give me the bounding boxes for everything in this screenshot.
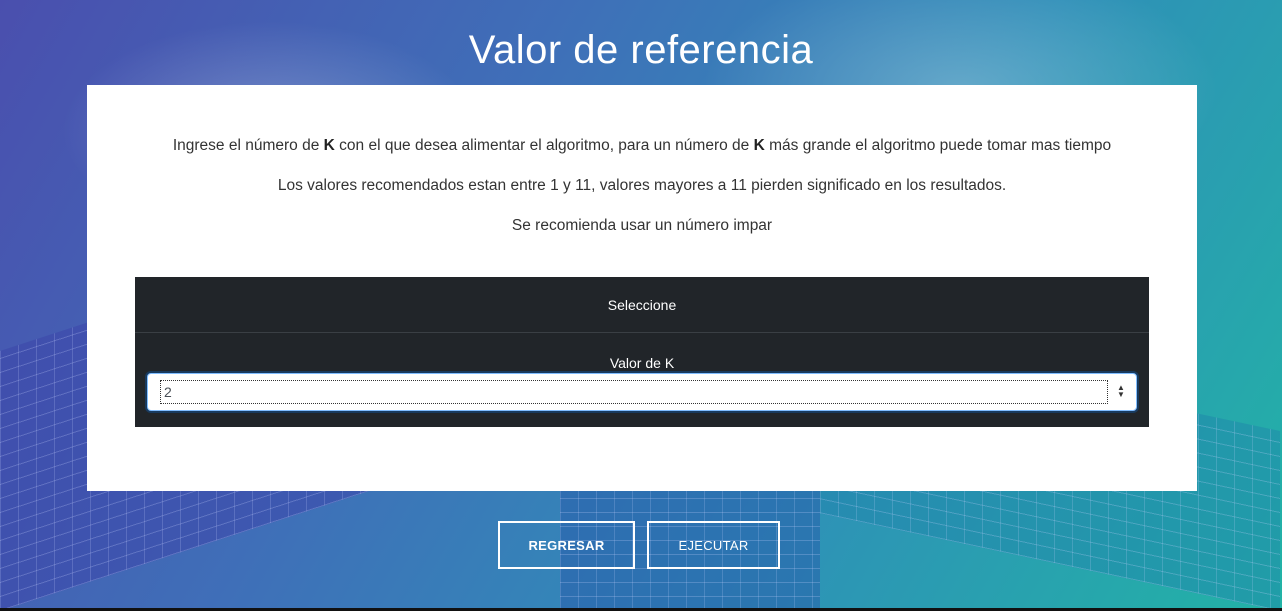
k-emphasis: K bbox=[753, 137, 765, 154]
k-emphasis: K bbox=[323, 137, 335, 154]
k-selected-value: 2 bbox=[160, 380, 1108, 404]
instruction-part: más grande el algoritmo puede tomar mas … bbox=[764, 137, 1112, 154]
page-title: Valor de referencia bbox=[468, 28, 814, 72]
back-button[interactable]: REGRESAR bbox=[498, 521, 635, 569]
recommendation-text: Los valores recomendados estan entre 1 y… bbox=[277, 177, 1007, 194]
content-card: Ingrese el número de K con el que desea … bbox=[87, 85, 1197, 491]
k-value-label: Valor de K bbox=[609, 355, 675, 371]
selection-panel: Seleccione Valor de K 2 ▲ ▼ bbox=[135, 277, 1149, 427]
select-arrows-icon: ▲ ▼ bbox=[1117, 383, 1125, 399]
instruction-part: Ingrese el número de bbox=[172, 137, 324, 154]
instruction-part: con el que desea alimentar el algoritmo,… bbox=[334, 137, 754, 154]
instruction-text: Ingrese el número de K con el que desea … bbox=[87, 137, 1197, 155]
run-button[interactable]: EJECUTAR bbox=[647, 521, 780, 569]
k-value-select[interactable]: 2 ▲ ▼ bbox=[147, 373, 1137, 411]
panel-header: Seleccione bbox=[135, 277, 1149, 333]
odd-number-hint: Se recomienda usar un número impar bbox=[511, 217, 773, 234]
